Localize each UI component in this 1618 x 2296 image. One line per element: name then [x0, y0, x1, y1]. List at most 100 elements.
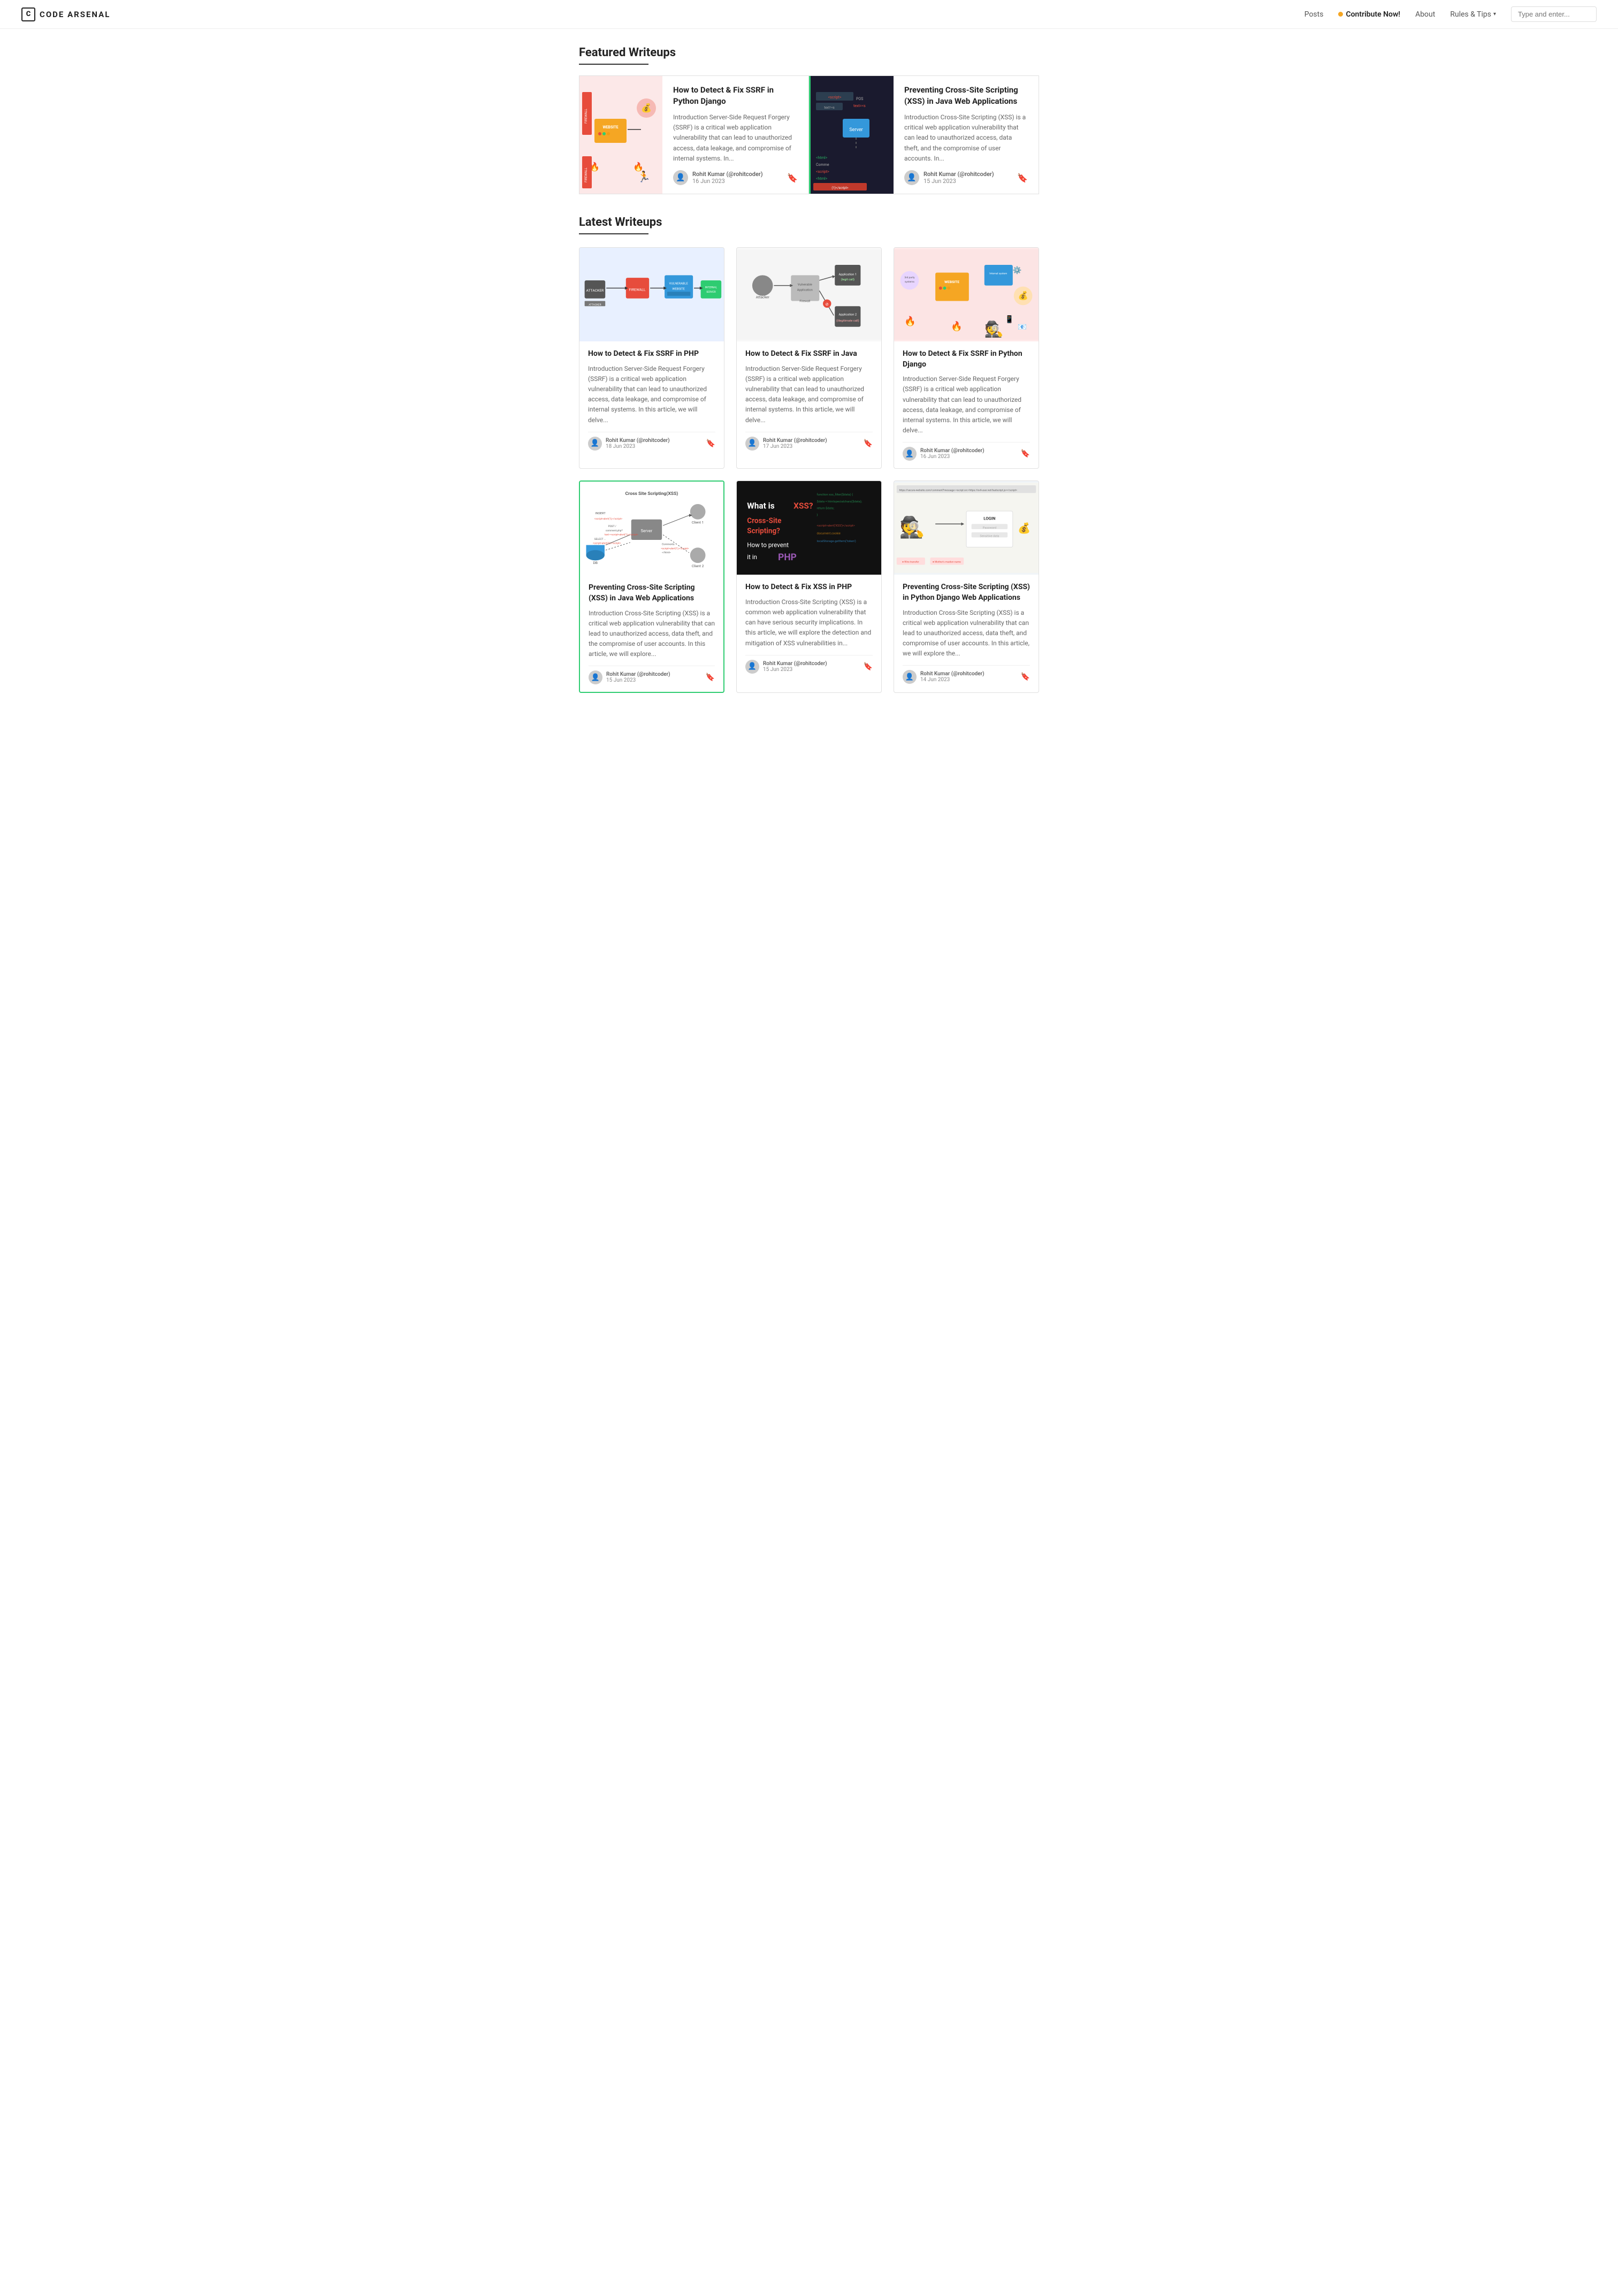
svg-text:<script>: <script> [816, 170, 829, 174]
svg-text:What is: What is [747, 501, 774, 511]
avatar-card-2: 👤 [903, 447, 917, 461]
article-card-3-body: Preventing Cross-Site Scripting (XSS) in… [580, 575, 723, 692]
nav-posts[interactable]: Posts [1304, 10, 1324, 19]
svg-text:Cross Site Scripting(XSS): Cross Site Scripting(XSS) [625, 491, 678, 497]
author-date-card-1: 17 Jun 2023 [763, 444, 827, 449]
bookmark-card-1[interactable]: 🔖 [864, 439, 873, 448]
svg-text:document.cookie: document.cookie [816, 532, 840, 536]
bookmark-card-0[interactable]: 🔖 [706, 439, 715, 448]
avatar-card-5: 👤 [903, 670, 917, 684]
latest-grid: ATTACKER ATTACKER FIREWALL VULNERABLE WE… [579, 247, 1039, 693]
author-date-card-5: 14 Jun 2023 [920, 677, 984, 683]
author-name-card-0: Rohit Kumar (@rohitcoder) [606, 438, 670, 444]
featured-card-1[interactable]: FIREWALL WEBSITE 💰 🔥 [579, 76, 809, 194]
featured-card-2-desc: Introduction Cross-Site Scripting (XSS) … [904, 112, 1028, 164]
svg-text:comment.php?: comment.php? [606, 529, 623, 532]
bookmark-icon-2[interactable]: 🔖 [1017, 173, 1028, 183]
svg-text:text=<s: text=<s [853, 104, 866, 108]
author-date-2: 15 Jun 2023 [924, 178, 994, 185]
svg-text:Application: Application [797, 288, 813, 292]
article-card-0[interactable]: ATTACKER ATTACKER FIREWALL VULNERABLE WE… [579, 247, 724, 469]
svg-text:Password: Password [983, 527, 996, 530]
svg-text:Scripting?: Scripting? [747, 527, 780, 536]
bookmark-card-2[interactable]: 🔖 [1021, 449, 1030, 458]
svg-text:Server: Server [849, 127, 863, 133]
author-name-2: Rohit Kumar (@rohitcoder) [924, 171, 994, 178]
featured-card-2-image: Server <script> text=<s <html> Comme <sc… [811, 76, 894, 194]
author-name-card-1: Rohit Kumar (@rohitcoder) [763, 438, 827, 444]
featured-card-1-desc: Introduction Server-Side Request Forgery… [673, 112, 798, 164]
article-card-0-meta: 👤 Rohit Kumar (@rohitcoder) 18 Jun 2023 … [588, 432, 715, 451]
article-card-1[interactable]: Attacker Vulnerable Application Firewall… [736, 247, 882, 469]
main-content: Featured Writeups FIREWALL WEBSITE [568, 29, 1050, 710]
author-name-card-3: Rohit Kumar (@rohitcoder) [606, 672, 670, 677]
svg-text:text=<s: text=<s [824, 106, 835, 110]
svg-text:systems: systems [905, 280, 915, 284]
featured-card-2[interactable]: Server <script> text=<s <html> Comme <sc… [809, 76, 1039, 194]
author-name-card-4: Rohit Kumar (@rohitcoder) [763, 661, 827, 667]
svg-text:Vulnerable: Vulnerable [798, 284, 812, 287]
svg-text:https://secure-website.com/com: https://secure-website.com/comment?messa… [899, 489, 1018, 492]
avatar-card-0: 👤 [588, 437, 602, 451]
svg-text:● Mother's maiden name: ● Mother's maiden name [933, 561, 961, 564]
svg-text:SELECT ...: SELECT ... [594, 538, 606, 541]
svg-text:📧: 📧 [1018, 323, 1027, 332]
article-card-5-title: Preventing Cross-Site Scripting (XSS) in… [903, 582, 1030, 603]
svg-text:🔥: 🔥 [904, 316, 916, 327]
svg-text:<script>alert('XSS')</script>: <script>alert('XSS')</script> [816, 524, 854, 528]
article-card-0-title: How to Detect & Fix SSRF in PHP [588, 349, 715, 360]
article-card-0-desc: Introduction Server-Side Request Forgery… [588, 364, 715, 425]
author-info-2: 👤 Rohit Kumar (@rohitcoder) 15 Jun 2023 [904, 170, 994, 185]
svg-text:Firewall: Firewall [799, 300, 810, 303]
logo[interactable]: C CODE ARSENAL [21, 7, 110, 21]
latest-divider [579, 233, 648, 234]
article-card-4-desc: Introduction Cross-Site Scripting (XSS) … [745, 597, 873, 649]
svg-text:📱: 📱 [1005, 315, 1014, 324]
bookmark-icon-1[interactable]: 🔖 [787, 173, 798, 183]
avatar-1: 👤 [673, 170, 688, 185]
nav-contribute[interactable]: Contribute Now! [1338, 10, 1400, 19]
svg-text:FIREWALL: FIREWALL [584, 108, 588, 123]
featured-card-1-meta: 👤 Rohit Kumar (@rohitcoder) 16 Jun 2023 … [673, 170, 798, 185]
svg-text:ATTACKER: ATTACKER [589, 303, 601, 307]
svg-text:<html>: <html> [816, 156, 828, 160]
svg-text:🕵️: 🕵️ [899, 516, 925, 540]
nav-about[interactable]: About [1415, 10, 1435, 19]
nav-rules-tips[interactable]: Rules & Tips ▾ [1450, 10, 1496, 19]
bookmark-card-5[interactable]: 🔖 [1021, 673, 1030, 681]
article-card-2-desc: Introduction Server-Side Request Forgery… [903, 374, 1030, 436]
svg-text:localStorage.getItem('token'): localStorage.getItem('token') [816, 539, 856, 543]
svg-text:return $data;: return $data; [816, 507, 834, 510]
article-card-5[interactable]: https://secure-website.com/comment?messa… [894, 480, 1039, 693]
svg-text:Internal system: Internal system [989, 272, 1007, 275]
featured-card-1-title: How to Detect & Fix SSRF in Python Djang… [673, 85, 798, 107]
bookmark-card-4[interactable]: 🔖 [864, 662, 873, 671]
article-card-1-image: Attacker Vulnerable Application Firewall… [737, 248, 881, 341]
author-name-card-2: Rohit Kumar (@rohitcoder) [920, 448, 984, 454]
latest-title: Latest Writeups [579, 216, 1039, 229]
svg-text:}: } [816, 513, 818, 517]
svg-text:● Wire transfer: ● Wire transfer [902, 560, 919, 564]
bookmark-card-3[interactable]: 🔖 [706, 673, 715, 682]
article-card-4[interactable]: What is XSS? Cross-Site Scripting? How t… [736, 480, 882, 693]
avatar-card-1: 👤 [745, 437, 759, 451]
svg-text:💰: 💰 [1018, 291, 1028, 301]
ssrf-illustration: FIREWALL WEBSITE 💰 🔥 [579, 76, 662, 194]
svg-text:(1)</script>: (1)</script> [831, 186, 848, 190]
svg-text:INTERNAL: INTERNAL [705, 286, 718, 289]
featured-card-1-content: How to Detect & Fix SSRF in Python Djang… [662, 76, 808, 194]
author-date-1: 16 Jun 2023 [692, 178, 763, 185]
article-card-3[interactable]: Cross Site Scripting(XSS) DB Server [579, 480, 724, 693]
article-card-4-image: What is XSS? Cross-Site Scripting? How t… [737, 481, 881, 575]
author-info-1: 👤 Rohit Kumar (@rohitcoder) 16 Jun 2023 [673, 170, 763, 185]
author-date-card-3: 15 Jun 2023 [606, 677, 670, 683]
article-card-2-title: How to Detect & Fix SSRF in Python Djang… [903, 349, 1030, 370]
article-card-2-image: 3rd party systems WEBSITE Internal syste… [894, 248, 1039, 341]
featured-divider [579, 64, 648, 65]
svg-text:Comme: Comme [816, 163, 829, 167]
article-card-4-body: How to Detect & Fix XSS in PHP Introduct… [737, 575, 881, 681]
article-card-4-meta: 👤 Rohit Kumar (@rohitcoder) 15 Jun 2023 … [745, 655, 873, 674]
search-input[interactable] [1511, 6, 1597, 22]
article-card-2[interactable]: 3rd party systems WEBSITE Internal syste… [894, 247, 1039, 469]
logo-text: CODE ARSENAL [40, 10, 110, 19]
